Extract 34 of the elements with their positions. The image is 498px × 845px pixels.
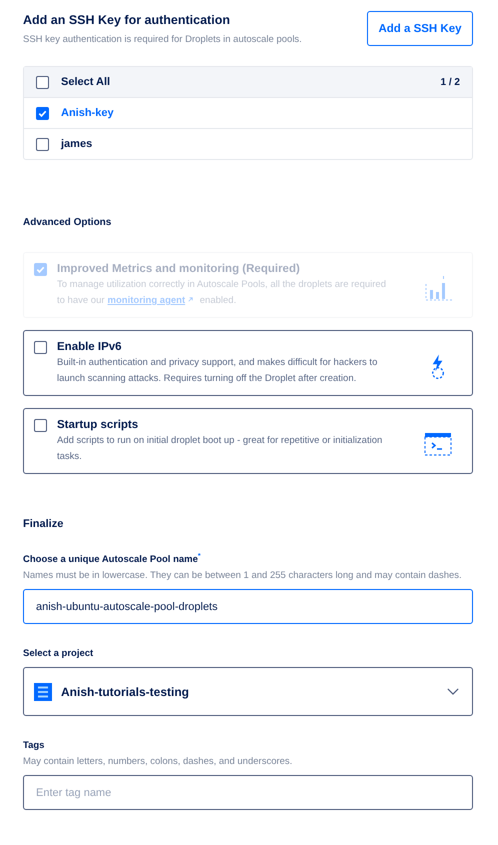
option-title: Improved Metrics and monitoring (Required) [57,263,301,275]
section-title: Advanced Options [23,217,112,228]
project-select[interactable]: Anish-tutorials-testing [23,667,473,716]
pool-name-input[interactable]: anish-ubuntu-autoscale-pool-droplets [23,589,473,624]
field-label: Tags [23,740,46,752]
ssh-key-name[interactable]: Anish-key [61,107,114,119]
option-description: Built-in authentication and privacy support, and makes difficult for hackers to launch scanning attacks. Requires turning off the Droplet after creation. [57,356,378,386]
tags-input[interactable]: Enter tag name [23,775,473,810]
field-label: Select a project [23,648,94,660]
bar-chart-icon [424,273,452,303]
checkbox[interactable] [34,341,47,354]
section-title: Finalize [23,518,64,530]
option-title: Enable IPv6 [57,341,123,353]
chevron-down-icon [447,688,459,696]
option-title: Startup scripts [57,419,140,431]
checkbox[interactable] [36,106,49,120]
checkbox[interactable] [36,138,49,150]
option-description: To manage utilization correctly in Autoscale Pools, all the droplets are required to have our monitoring agent enabled. [57,278,387,308]
select-all-label[interactable]: Select All [61,76,110,88]
field-hint: Names must be in lowercase. They can be between 1 and 255 characters long and may contain dashes. [23,569,463,584]
ssh-key-name[interactable]: james [61,138,92,150]
option-card[interactable]: Startup scripts Add scripts to run on initial droplet boot up - great for repetitive or initialization tasks. [23,408,473,474]
option-card[interactable]: Enable IPv6 Built-in authentication and privacy support, and makes difficult for hackers to launch scanning attacks. Requires turning off the Droplet after creation. [23,330,473,396]
selection-count: 1 / 2 [440,76,460,88]
section-subtitle: SSH key authentication is required for Droplets in autoscale pools. [23,34,302,45]
field-label: Choose a unique Autoscale Pool name$^{*}$ [23,553,202,566]
section-title: Add an SSH Key for authentication [23,13,231,27]
project-icon [34,682,52,701]
add-ssh-key-button[interactable]: Add a SSH Key [367,11,473,46]
option-description: Add scripts to run on initial droplet boot up - great for repetitive or initialization tasks. [57,434,384,464]
external-link-icon [187,296,194,303]
checkbox[interactable] [34,419,47,432]
checkbox[interactable] [36,76,49,88]
field-hint: May contain letters, numbers, colons, dashes, and underscores. [23,755,294,770]
